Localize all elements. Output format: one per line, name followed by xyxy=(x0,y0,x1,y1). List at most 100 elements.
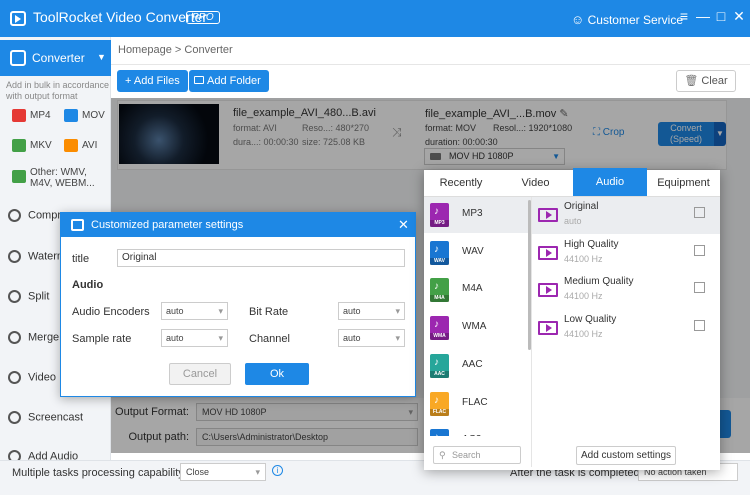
trash-icon: 🗑 xyxy=(684,75,699,87)
merge-icon xyxy=(8,331,21,344)
audio-encoders-label: Audio Encoders xyxy=(72,306,150,318)
video-quality-icon xyxy=(538,320,558,335)
audio-format-item[interactable]: ♪ M4A M4A xyxy=(430,275,525,311)
audio-format-item[interactable]: ♪ MP3 MP3 xyxy=(430,200,525,236)
format-tag: WMA xyxy=(430,333,449,341)
format-shortcut-other[interactable]: Other: WMV, M4V, WEBM... xyxy=(12,167,110,189)
sample-rate-label: Sample rate xyxy=(72,333,132,345)
edit-icon[interactable] xyxy=(694,282,705,293)
audio-format-item[interactable]: ♪ AAC AAC xyxy=(430,351,525,387)
edit-icon[interactable] xyxy=(694,244,705,256)
audio-section-heading: Audio xyxy=(72,279,104,291)
audio-format-item[interactable]: ♪AC3 AC3 xyxy=(430,426,525,437)
channel-label: Channel xyxy=(249,333,290,345)
audio-format-name: AAC xyxy=(462,358,483,370)
quality-item[interactable]: Original auto xyxy=(532,197,720,234)
add-files-button[interactable]: + Add Files xyxy=(117,70,188,92)
app-logo-icon xyxy=(10,11,26,26)
music-file-icon: ♪AC3 xyxy=(430,429,449,437)
mp4-icon xyxy=(12,109,26,122)
audio-format-item[interactable]: ♪ WMA WMA xyxy=(430,313,525,349)
breadcrumb: Homepage > Converter xyxy=(118,44,233,56)
quality-item[interactable]: High Quality 44100 Hz xyxy=(532,235,720,272)
quality-item[interactable]: Medium Quality 44100 Hz xyxy=(532,272,720,309)
sidebar-item-screencast[interactable]: Screencast xyxy=(8,411,108,431)
video-quality-icon xyxy=(538,208,558,222)
close-icon[interactable]: ✕ xyxy=(731,8,747,25)
converter-icon xyxy=(10,50,26,66)
format-shortcut-mkv[interactable]: MKV xyxy=(12,139,52,152)
app-title: ToolRocket Video Converter xyxy=(33,9,208,25)
channel-select[interactable]: auto xyxy=(338,329,405,347)
maximize-icon[interactable]: □ xyxy=(713,8,729,24)
bit-rate-select[interactable]: auto xyxy=(338,302,405,320)
audio-encoders-select[interactable]: auto xyxy=(161,302,228,320)
settings-icon xyxy=(71,219,84,231)
format-tag: FLAC xyxy=(430,408,449,416)
caret-down-icon: ▼ xyxy=(97,52,106,62)
audio-format-name: WMA xyxy=(462,321,487,333)
format-shortcut-mp4[interactable]: MP4 xyxy=(12,109,51,122)
edit-icon[interactable] xyxy=(694,319,705,331)
audio-format-name: FLAC xyxy=(462,396,488,408)
music-file-icon: ♪ M4A xyxy=(430,278,449,303)
quality-name: Low Quality xyxy=(564,313,617,325)
avi-icon xyxy=(64,139,78,152)
tab-audio[interactable]: Audio xyxy=(573,168,647,197)
breadcrumb-home[interactable]: Homepage xyxy=(118,44,172,56)
audio-format-name: WAV xyxy=(462,245,484,257)
title-bar: ToolRocket Video Converter PRO ☺ Custome… xyxy=(0,0,750,37)
ok-button[interactable]: Ok xyxy=(245,363,309,385)
title-label: title xyxy=(72,253,90,265)
sidebar-hint: Add in bulk in accordance with output fo… xyxy=(6,80,110,101)
minimize-icon[interactable]: — xyxy=(695,8,711,24)
quality-detail: 44100 Hz xyxy=(564,253,603,264)
customer-service-label: Customer Service xyxy=(587,13,683,27)
music-file-icon: ♪ FLAC xyxy=(430,391,449,416)
watermark-icon xyxy=(8,250,21,263)
audio-format-name: MP3 xyxy=(462,208,483,219)
dialog-close-icon[interactable]: ✕ xyxy=(398,217,409,233)
format-shortcut-avi[interactable]: AVI xyxy=(64,139,97,152)
sidebar-item-converter[interactable]: Converter ▼ xyxy=(0,40,111,76)
sample-rate-select[interactable]: auto xyxy=(161,329,228,347)
title-input[interactable]: Original xyxy=(117,249,405,267)
format-search-input[interactable]: ⚲ Search xyxy=(433,446,521,464)
folder-icon xyxy=(194,76,204,84)
tab-video[interactable]: Video xyxy=(498,170,573,197)
video-quality-icon xyxy=(538,283,558,297)
format-shortcut-mov[interactable]: MOV xyxy=(64,109,105,122)
audio-format-name: AC3 xyxy=(462,434,481,436)
tasks-select[interactable]: Close ▾ xyxy=(180,463,266,481)
tab-recently[interactable]: Recently xyxy=(424,170,498,197)
add-folder-button[interactable]: Add Folder xyxy=(189,70,269,92)
mkv-icon xyxy=(12,139,26,152)
bit-rate-label: Bit Rate xyxy=(249,306,289,318)
compress-icon xyxy=(8,209,21,222)
format-tag: M4A xyxy=(430,295,449,303)
quality-detail: 44100 Hz xyxy=(564,291,603,301)
quality-detail: auto xyxy=(564,216,582,226)
audio-format-item[interactable]: ♪ WAV WAV xyxy=(430,238,525,274)
quality-detail: 44100 Hz xyxy=(564,328,603,339)
add-custom-settings-button[interactable]: Add custom settings xyxy=(576,446,676,465)
sidebar-item-label: Converter xyxy=(32,51,85,65)
customer-service-link[interactable]: ☺ Customer Service xyxy=(571,12,683,27)
quality-name: Original xyxy=(564,201,599,212)
menu-icon[interactable]: ≡ xyxy=(676,8,692,24)
format-tag: MP3 xyxy=(430,220,449,227)
clear-button[interactable]: 🗑 Clear xyxy=(676,70,736,92)
music-file-icon: ♪ MP3 xyxy=(430,203,449,227)
quality-item[interactable]: Low Quality 44100 Hz xyxy=(532,310,720,347)
audio-format-item[interactable]: ♪ FLAC FLAC xyxy=(430,389,525,425)
pro-badge: PRO xyxy=(186,11,220,24)
breadcrumb-separator: > xyxy=(174,44,182,56)
format-tag: WAV xyxy=(430,257,449,265)
breadcrumb-current: Converter xyxy=(184,44,233,56)
edit-icon[interactable] xyxy=(694,207,705,218)
tab-equipment[interactable]: Equipment xyxy=(647,170,720,197)
cancel-button[interactable]: Cancel xyxy=(169,363,231,385)
sidebar-item-add-audio[interactable]: Add Audio xyxy=(8,450,108,460)
tasks-label: Multiple tasks processing capability xyxy=(12,467,184,479)
info-icon[interactable]: i xyxy=(272,465,283,476)
